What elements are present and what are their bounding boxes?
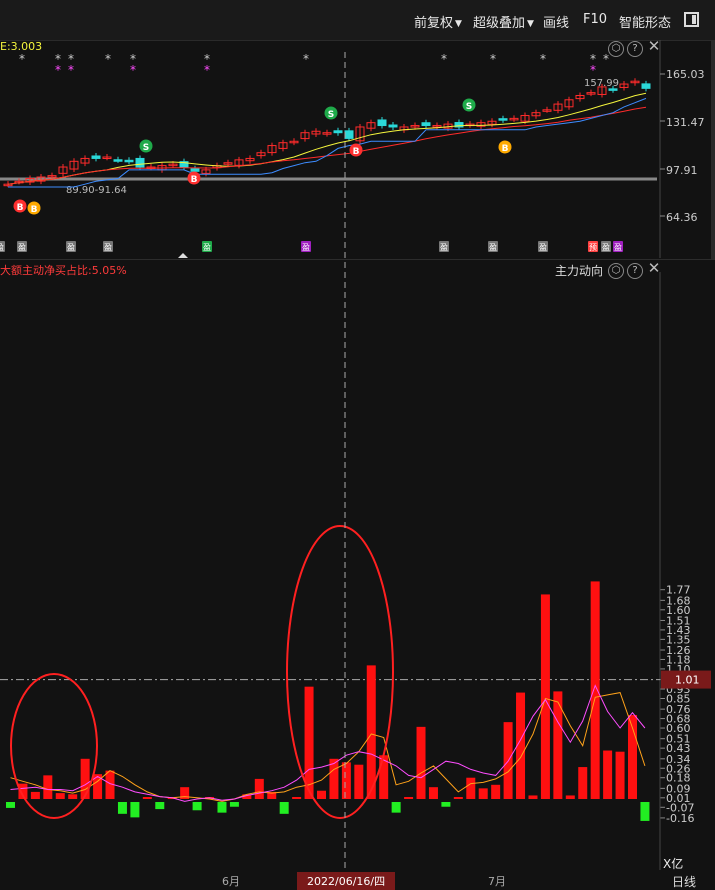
flow-bar (528, 795, 538, 799)
scroll-marker-icon (178, 253, 188, 258)
star-marker-pink: * (55, 63, 61, 77)
trade-signal-label: S (466, 102, 472, 112)
event-tag-label: 预 (589, 242, 597, 252)
flow-bar (640, 802, 650, 821)
annotation-ellipse (286, 525, 394, 819)
star-marker: * (490, 52, 496, 66)
flow-bar (590, 581, 600, 799)
candle-body (124, 159, 134, 163)
flow-bar (565, 795, 575, 799)
star-marker-pink: * (590, 63, 596, 77)
event-tag-label: 盈 (440, 243, 448, 252)
event-tag-label: 盈 (539, 243, 547, 252)
flow-bar (254, 778, 264, 799)
y-tick-label: -0.16 (666, 812, 694, 825)
flow-bar (428, 787, 438, 799)
candle-body (498, 118, 508, 121)
flow-bar (68, 794, 78, 799)
trade-signal-label: B (502, 144, 509, 154)
flow-bar (117, 802, 127, 814)
flow-bar (478, 788, 488, 799)
candle-body (641, 83, 651, 89)
event-tag-label: 盈 (203, 243, 211, 252)
flow-bar (453, 797, 463, 799)
flow-bar (603, 750, 613, 799)
candle-body (135, 157, 145, 168)
flow-bar (354, 764, 364, 799)
flow-bar (391, 802, 401, 813)
flow-bar (217, 802, 227, 813)
flow-bar (142, 797, 152, 799)
flow-bar (55, 793, 65, 799)
candle-body (421, 122, 431, 127)
flow-bar (441, 802, 451, 807)
star-marker: * (303, 52, 309, 66)
trade-signal-label: B (31, 205, 38, 215)
flow-bar (404, 797, 414, 799)
star-marker: * (603, 52, 609, 66)
event-tag-label: 盈 (302, 243, 310, 252)
highlight-value-label: 1.01 (675, 674, 700, 687)
flow-bar (192, 802, 202, 811)
stock-chart-svg[interactable]: 1.771.681.601.511.431.351.261.181.101.01… (0, 0, 715, 884)
candle-body (344, 130, 354, 139)
star-marker: * (441, 52, 447, 66)
trade-signal-label: S (328, 110, 334, 120)
flow-bar (6, 802, 15, 808)
flow-bar (317, 790, 326, 799)
candle-body (113, 159, 123, 162)
event-tag-label: 盈 (104, 243, 112, 252)
star-marker-pink: * (130, 63, 136, 77)
star-marker: * (540, 52, 546, 66)
event-tag-label: 盈 (602, 243, 610, 252)
star-marker-pink: * (68, 63, 74, 77)
candle-body (377, 119, 387, 127)
flow-bar (491, 784, 501, 799)
event-tag-label: 盈 (489, 243, 497, 252)
flow-bar (466, 777, 476, 799)
event-tag-label: 盈 (67, 243, 75, 252)
flow-bar (416, 726, 426, 799)
trade-signal-label: B (191, 175, 198, 185)
flow-bar (229, 802, 239, 807)
trade-signal-label: B (353, 147, 360, 157)
event-tag-label: 盈 (18, 243, 26, 252)
event-tag-label: 盈 (0, 243, 4, 252)
flow-bar (540, 594, 550, 799)
flow-bar (130, 802, 140, 818)
flow-bar (341, 762, 351, 799)
trade-signal-label: B (17, 203, 24, 213)
candle-body (608, 88, 618, 91)
candle-body (388, 124, 398, 128)
flow-bar (615, 751, 625, 799)
trade-signal-label: S (143, 143, 149, 153)
flow-bar (578, 767, 588, 799)
flow-bar (30, 791, 40, 799)
star-marker: * (19, 52, 25, 66)
flow-bar (279, 802, 289, 814)
candle-body (333, 130, 343, 134)
flow-bar (43, 775, 53, 799)
star-marker: * (105, 52, 111, 66)
event-tag-label: 盈 (614, 243, 622, 252)
star-marker-pink: * (204, 63, 210, 77)
candle-body (190, 168, 200, 172)
flow-bar (155, 802, 165, 810)
annotation-ellipse (10, 673, 98, 819)
flow-bar (80, 758, 90, 799)
flow-bar (292, 797, 302, 799)
candle-body (91, 155, 101, 159)
flow-bar (366, 665, 376, 799)
